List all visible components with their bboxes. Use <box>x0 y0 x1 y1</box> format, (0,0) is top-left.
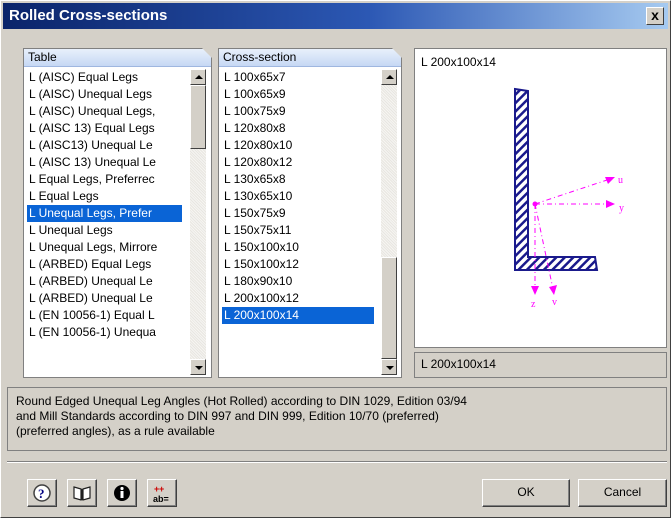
info-icon <box>114 485 130 501</box>
table-list-item[interactable]: L (ARBED) Unequal Le <box>27 290 182 307</box>
cross-section-list-item[interactable]: L 130x65x10 <box>222 188 374 205</box>
table-panel-header: Table <box>24 48 212 67</box>
cross-section-list-item[interactable]: L 120x80x8 <box>222 120 374 137</box>
cross-section-list-item[interactable]: L 150x100x10 <box>222 239 374 256</box>
table-list-item[interactable]: L (EN 10056-1) Equal L <box>27 307 182 324</box>
table-list-item[interactable]: L (ARBED) Equal Legs <box>27 256 182 273</box>
scroll-up-button[interactable] <box>190 69 206 85</box>
axis-label-z: z <box>531 299 536 310</box>
rolled-cross-sections-dialog: Rolled Cross-sections x Table L (AISC) E… <box>0 0 671 518</box>
scroll-up-button[interactable] <box>381 69 397 85</box>
cross-section-list-item[interactable]: L 200x100x14 <box>222 307 374 324</box>
title-bar: Rolled Cross-sections x <box>3 3 668 29</box>
table-header-label: Table <box>28 50 57 64</box>
close-button[interactable]: x <box>646 7 664 25</box>
table-scrollbar[interactable] <box>190 69 206 375</box>
scroll-down-button[interactable] <box>381 359 397 375</box>
book-icon <box>73 486 91 501</box>
table-list-item[interactable]: L (AISC 13) Unequal Le <box>27 154 182 171</box>
axis-label-v: v <box>552 297 557 308</box>
table-list-item[interactable]: L (AISC) Equal Legs <box>27 69 182 86</box>
cross-section-list-item[interactable]: L 150x75x9 <box>222 205 374 222</box>
cross-section-panel: Cross-section L 100x65x7 L 100x65x9 L 100x… <box>218 48 402 378</box>
section-description: Round Edged Unequal Leg Angles (Hot Roll… <box>7 387 667 451</box>
cross-section-list-item[interactable]: L 130x65x8 <box>222 171 374 188</box>
arrow-down-icon <box>195 366 203 370</box>
table-panel: Table L (AISC) Equal Legs L (AISC) Unequa… <box>23 48 212 378</box>
section-preview: L 200x100x14 y u z v <box>414 48 667 348</box>
angle-profile <box>514 87 599 271</box>
description-line: Round Edged Unequal Leg Angles (Hot Roll… <box>16 394 467 408</box>
svg-text:ab=: ab= <box>153 494 169 504</box>
info-button[interactable] <box>107 479 137 507</box>
angle-section-drawing: y u z v <box>514 87 624 310</box>
help-button[interactable]: ? <box>27 479 57 507</box>
arrow-up-icon <box>195 75 203 79</box>
table-list-item[interactable]: L Unequal Legs, Prefer <box>27 205 182 222</box>
description-line: (preferred angles), as a rule available <box>16 424 215 438</box>
arrow-up-icon <box>386 75 394 79</box>
cross-section-list-item[interactable]: L 100x75x9 <box>222 103 374 120</box>
scroll-down-button[interactable] <box>190 359 206 375</box>
help-icon: ? <box>33 484 51 502</box>
table-list-item[interactable]: L Unequal Legs <box>27 222 182 239</box>
table-list-item[interactable]: L (AISC13) Unequal Le <box>27 137 182 154</box>
table-list-item[interactable]: L (EN 10056-1) Unequa <box>27 324 182 341</box>
cross-section-header-label: Cross-section <box>223 50 297 64</box>
ok-button[interactable]: OK <box>482 479 570 507</box>
table-list-item[interactable]: L (AISC) Unequal Legs <box>27 86 182 103</box>
cross-section-list: L 100x65x7 L 100x65x9 L 100x75x9 L 120x80x8… <box>222 69 374 324</box>
arrow-down-icon <box>386 366 394 370</box>
scroll-thumb[interactable] <box>381 257 397 359</box>
divider <box>7 461 667 463</box>
cross-section-list-item[interactable]: L 120x80x12 <box>222 154 374 171</box>
table-list-item[interactable]: L Unequal Legs, Mirrore <box>27 239 182 256</box>
table-list-item[interactable]: L (AISC) Unequal Legs, <box>27 103 182 120</box>
library-button[interactable] <box>67 479 97 507</box>
table-list-item[interactable]: L Equal Legs, Preferrec <box>27 171 182 188</box>
cross-section-list-item[interactable]: L 100x65x7 <box>222 69 374 86</box>
svg-text:+: + <box>159 484 164 494</box>
description-line: and Mill Standards according to DIN 997 … <box>16 409 439 423</box>
cross-section-panel-header: Cross-section <box>219 48 402 67</box>
cross-section-list-item[interactable]: L 200x100x12 <box>222 290 374 307</box>
scroll-thumb[interactable] <box>190 85 206 149</box>
cross-section-list-item[interactable]: L 120x80x10 <box>222 137 374 154</box>
units-button[interactable]: + + ab= <box>147 479 177 507</box>
units-icon: + + ab= <box>153 484 169 504</box>
axis-label-u: u <box>618 175 623 186</box>
dialog-title: Rolled Cross-sections <box>9 7 168 24</box>
table-list-item[interactable]: L Equal Legs <box>27 188 182 205</box>
table-list-item[interactable]: L (ARBED) Unequal Le <box>27 273 182 290</box>
selected-section-name: L 200x100x14 <box>414 352 667 378</box>
cross-section-list-item[interactable]: L 100x65x9 <box>222 86 374 103</box>
cross-section-list-item[interactable]: L 180x90x10 <box>222 273 374 290</box>
cross-section-scrollbar[interactable] <box>381 69 397 375</box>
svg-text:?: ? <box>38 486 45 501</box>
axis-label-y: y <box>619 203 624 214</box>
cancel-button[interactable]: Cancel <box>578 479 667 507</box>
cross-section-list-item[interactable]: L 150x100x12 <box>222 256 374 273</box>
cross-section-list-item[interactable]: L 150x75x11 <box>222 222 374 239</box>
table-list: L (AISC) Equal Legs L (AISC) Unequal Legs… <box>27 69 182 341</box>
table-list-item[interactable]: L (AISC 13) Equal Legs <box>27 120 182 137</box>
